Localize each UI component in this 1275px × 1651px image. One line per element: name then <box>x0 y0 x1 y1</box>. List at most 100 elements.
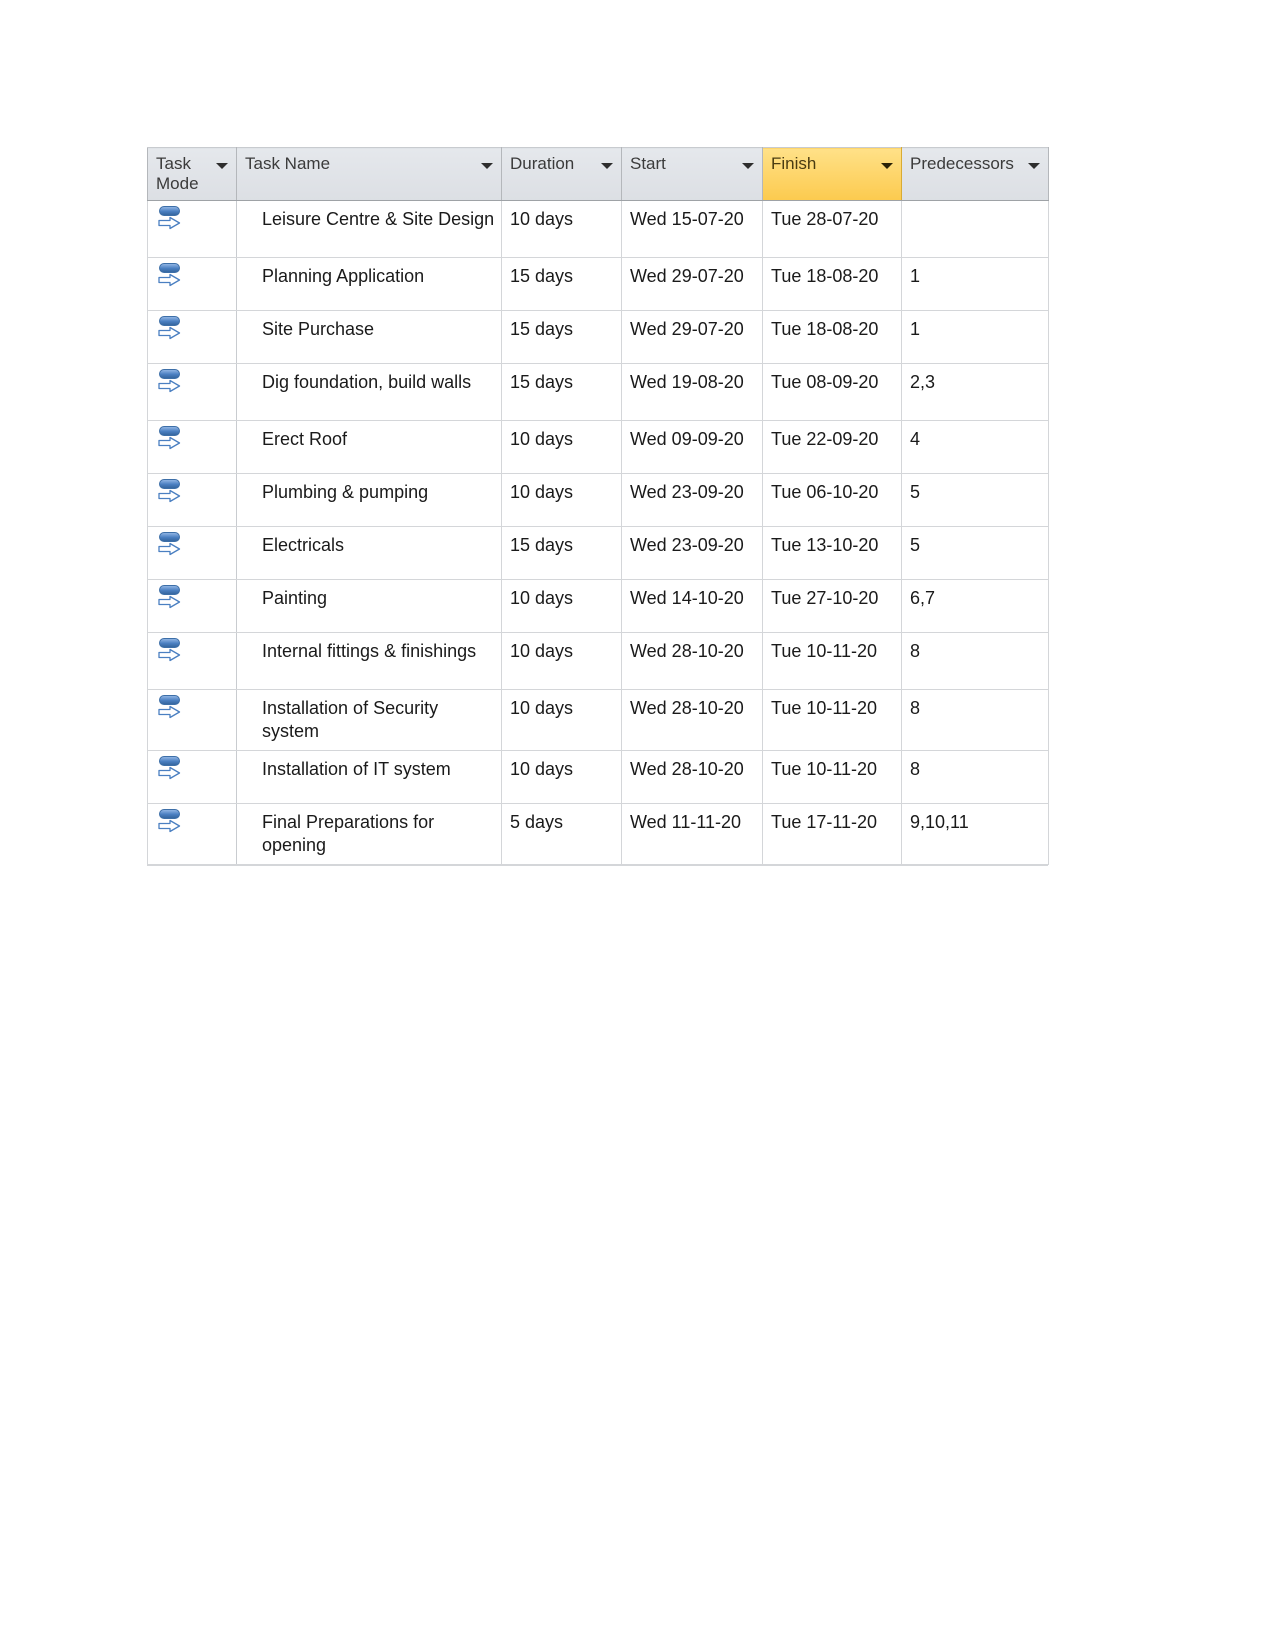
cell-finish[interactable]: Tue 27-10-20 <box>762 579 902 634</box>
cell-task-mode[interactable] <box>147 803 237 866</box>
chevron-down-icon[interactable] <box>216 163 228 169</box>
cell-duration[interactable]: 5 days <box>501 803 622 866</box>
column-header-duration[interactable]: Duration <box>501 146 622 202</box>
chevron-down-icon[interactable] <box>1028 163 1040 169</box>
cell-predecessors[interactable]: 5 <box>901 526 1049 581</box>
cell-task-mode[interactable] <box>147 310 237 365</box>
cell-finish[interactable]: Tue 17-11-20 <box>762 803 902 866</box>
cell-predecessors[interactable]: 6,7 <box>901 579 1049 634</box>
cell-predecessors[interactable]: 8 <box>901 689 1049 752</box>
chevron-down-icon[interactable] <box>601 163 613 169</box>
cell-start[interactable]: Wed 29-07-20 <box>621 310 763 365</box>
cell-task-name[interactable]: Electricals <box>236 526 502 581</box>
cell-task-name[interactable]: Installation of Security system <box>236 689 502 752</box>
cell-duration[interactable]: 10 days <box>501 420 622 475</box>
table-row[interactable]: Plumbing & pumping 10 days Wed 23-09-20 Tue… <box>147 473 1049 528</box>
cell-task-name[interactable]: Dig foundation, build walls <box>236 363 502 422</box>
cell-task-name[interactable]: Internal fittings & finishings <box>236 632 502 691</box>
table-row[interactable]: Internal fittings & finishings 10 days Wed… <box>147 632 1049 691</box>
cell-task-name[interactable]: Painting <box>236 579 502 634</box>
cell-task-name[interactable]: Erect Roof <box>236 420 502 475</box>
cell-predecessors[interactable]: 4 <box>901 420 1049 475</box>
cell-finish[interactable]: Tue 28-07-20 <box>762 200 902 259</box>
cell-task-name[interactable]: Final Preparations for opening <box>236 803 502 866</box>
cell-start[interactable]: Wed 15-07-20 <box>621 200 763 259</box>
cell-start[interactable]: Wed 28-10-20 <box>621 750 763 805</box>
cell-predecessors[interactable]: 8 <box>901 632 1049 691</box>
cell-start[interactable]: Wed 14-10-20 <box>621 579 763 634</box>
cell-predecessors[interactable]: 2,3 <box>901 363 1049 422</box>
cell-finish[interactable]: Tue 10-11-20 <box>762 750 902 805</box>
cell-task-mode[interactable] <box>147 257 237 312</box>
cell-task-name[interactable]: Leisure Centre & Site Design <box>236 200 502 259</box>
cell-start[interactable]: Wed 28-10-20 <box>621 689 763 752</box>
cell-duration[interactable]: 10 days <box>501 689 622 752</box>
cell-finish[interactable]: Tue 06-10-20 <box>762 473 902 528</box>
cell-start[interactable]: Wed 28-10-20 <box>621 632 763 691</box>
cell-task-mode[interactable] <box>147 473 237 528</box>
cell-finish[interactable]: Tue 18-08-20 <box>762 257 902 312</box>
table-row[interactable]: Final Preparations for opening 5 days Wed … <box>147 803 1049 866</box>
cell-task-mode[interactable] <box>147 579 237 634</box>
manually-scheduled-icon <box>156 478 182 504</box>
project-task-table: Task Mode Task Name Duration Start Finis… <box>147 146 1049 867</box>
cell-finish[interactable]: Tue 22-09-20 <box>762 420 902 475</box>
cell-duration[interactable]: 10 days <box>501 632 622 691</box>
cell-duration[interactable]: 15 days <box>501 257 622 312</box>
table-row[interactable]: Installation of IT system 10 days Wed 28-1… <box>147 750 1049 805</box>
manually-scheduled-icon <box>156 531 182 557</box>
cell-finish[interactable]: Tue 10-11-20 <box>762 632 902 691</box>
cell-start[interactable]: Wed 11-11-20 <box>621 803 763 866</box>
cell-start[interactable]: Wed 23-09-20 <box>621 473 763 528</box>
column-header-predecessors[interactable]: Predecessors <box>901 146 1049 202</box>
cell-duration[interactable]: 15 days <box>501 526 622 581</box>
manually-scheduled-icon <box>156 755 182 781</box>
cell-finish[interactable]: Tue 08-09-20 <box>762 363 902 422</box>
cell-finish[interactable]: Tue 13-10-20 <box>762 526 902 581</box>
table-row[interactable]: Painting 10 days Wed 14-10-20 Tue 27-10-20 6… <box>147 579 1049 634</box>
cell-finish[interactable]: Tue 10-11-20 <box>762 689 902 752</box>
cell-task-mode[interactable] <box>147 200 237 259</box>
table-row[interactable]: Site Purchase 15 days Wed 29-07-20 Tue 18-0… <box>147 310 1049 365</box>
cell-task-name[interactable]: Planning Application <box>236 257 502 312</box>
cell-predecessors[interactable]: 8 <box>901 750 1049 805</box>
cell-start[interactable]: Wed 19-08-20 <box>621 363 763 422</box>
cell-task-mode[interactable] <box>147 750 237 805</box>
cell-task-mode[interactable] <box>147 689 237 752</box>
column-header-start[interactable]: Start <box>621 146 763 202</box>
cell-duration[interactable]: 15 days <box>501 310 622 365</box>
column-header-finish[interactable]: Finish <box>762 146 902 202</box>
cell-predecessors[interactable]: 1 <box>901 310 1049 365</box>
cell-task-mode[interactable] <box>147 420 237 475</box>
cell-predecessors[interactable]: 1 <box>901 257 1049 312</box>
table-row[interactable]: Electricals 15 days Wed 23-09-20 Tue 13-10-… <box>147 526 1049 581</box>
chevron-down-icon[interactable] <box>481 163 493 169</box>
cell-predecessors[interactable]: 9,10,11 <box>901 803 1049 866</box>
cell-duration[interactable]: 10 days <box>501 473 622 528</box>
column-header-task-mode[interactable]: Task Mode <box>147 146 237 202</box>
cell-task-mode[interactable] <box>147 632 237 691</box>
cell-duration[interactable]: 10 days <box>501 750 622 805</box>
table-row[interactable]: Planning Application 15 days Wed 29-07-20 T… <box>147 257 1049 312</box>
cell-start[interactable]: Wed 23-09-20 <box>621 526 763 581</box>
cell-duration[interactable]: 15 days <box>501 363 622 422</box>
cell-predecessors[interactable]: 5 <box>901 473 1049 528</box>
cell-task-name[interactable]: Plumbing & pumping <box>236 473 502 528</box>
cell-start[interactable]: Wed 29-07-20 <box>621 257 763 312</box>
table-row[interactable]: Dig foundation, build walls 15 days Wed 19… <box>147 363 1049 422</box>
cell-task-name[interactable]: Site Purchase <box>236 310 502 365</box>
column-header-task-name[interactable]: Task Name <box>236 146 502 202</box>
cell-duration[interactable]: 10 days <box>501 200 622 259</box>
cell-predecessors[interactable] <box>901 200 1049 259</box>
cell-task-mode[interactable] <box>147 363 237 422</box>
cell-duration[interactable]: 10 days <box>501 579 622 634</box>
table-row[interactable]: Installation of Security system 10 days We… <box>147 689 1049 752</box>
table-row[interactable]: Leisure Centre & Site Design 10 days Wed 1… <box>147 200 1049 259</box>
cell-start[interactable]: Wed 09-09-20 <box>621 420 763 475</box>
chevron-down-icon[interactable] <box>742 163 754 169</box>
cell-finish[interactable]: Tue 18-08-20 <box>762 310 902 365</box>
cell-task-name[interactable]: Installation of IT system <box>236 750 502 805</box>
chevron-down-icon[interactable] <box>881 163 893 169</box>
table-row[interactable]: Erect Roof 10 days Wed 09-09-20 Tue 22-09-2… <box>147 420 1049 475</box>
cell-task-mode[interactable] <box>147 526 237 581</box>
